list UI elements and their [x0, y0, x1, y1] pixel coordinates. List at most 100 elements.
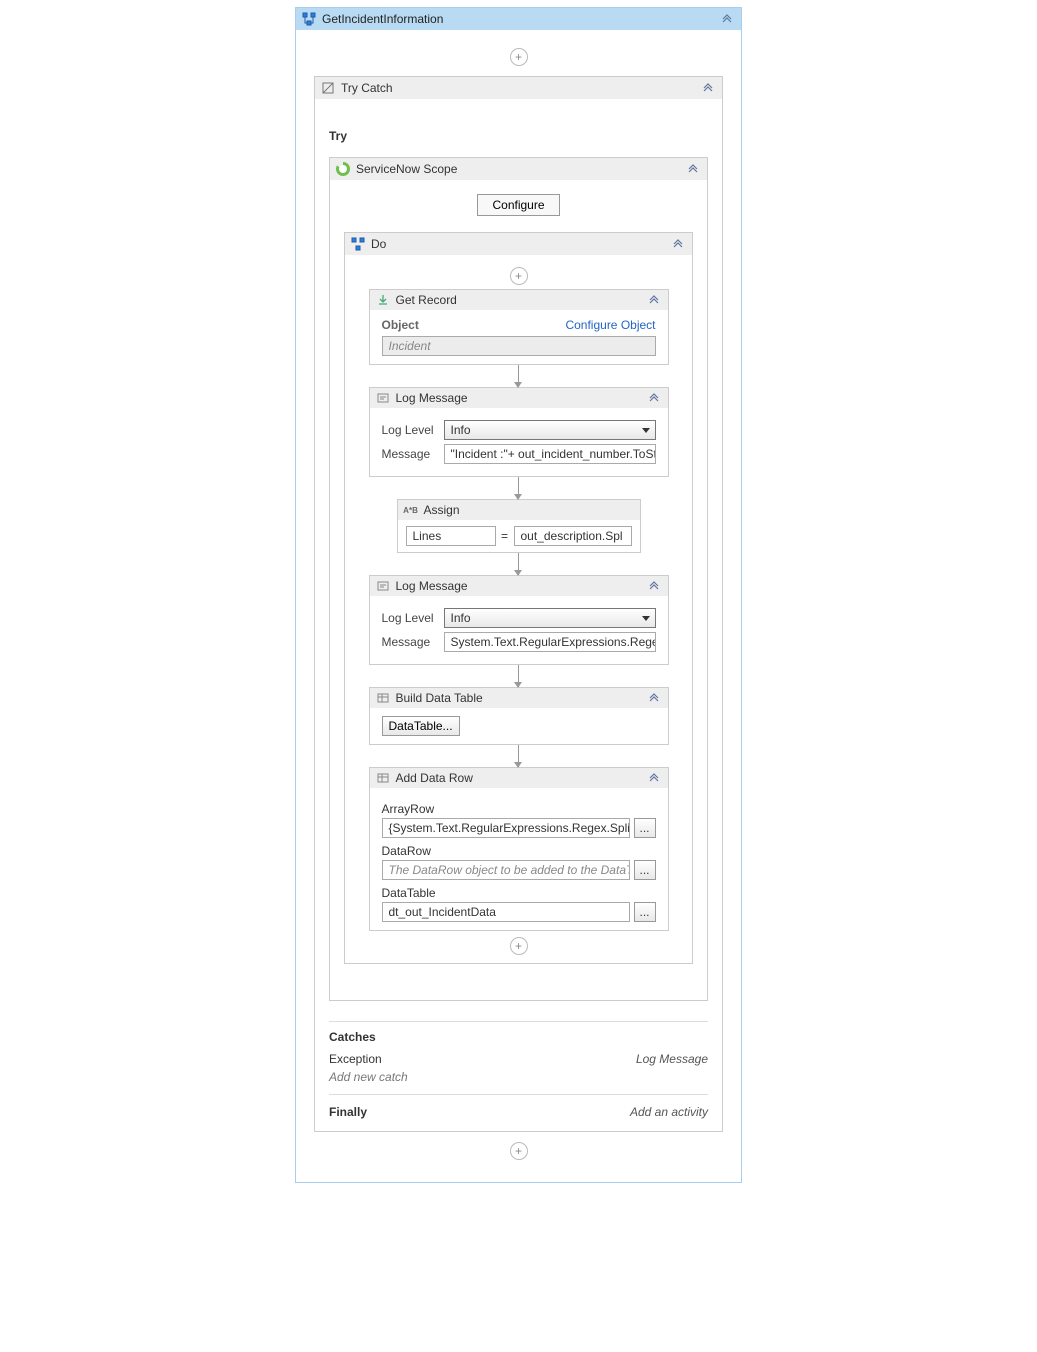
- collapse-trycatch-icon[interactable]: [700, 80, 716, 96]
- root-body: + Try Catch Try ServiceNow Scope: [296, 30, 741, 1182]
- scope-title: ServiceNow Scope: [356, 162, 679, 176]
- add-activity-top[interactable]: +: [510, 48, 528, 66]
- log2-message-label: Message: [382, 635, 436, 649]
- catches-label: Catches: [329, 1030, 708, 1044]
- do-sequence: Do +: [344, 232, 693, 964]
- do-header[interactable]: Do: [345, 233, 692, 255]
- log1-level-label: Log Level: [382, 423, 436, 437]
- arrayrow-label: ArrayRow: [382, 802, 656, 816]
- finally-add-activity[interactable]: Add an activity: [630, 1105, 708, 1119]
- workflow-root: GetIncidentInformation + Try Catch Try: [295, 7, 742, 1183]
- do-body: + Get Record: [345, 255, 692, 963]
- add-datarow-header[interactable]: Add Data Row: [370, 768, 668, 788]
- datarow-label: DataRow: [382, 844, 656, 858]
- catch-type: Exception: [329, 1052, 382, 1066]
- add-activity-bottom[interactable]: +: [510, 1142, 528, 1160]
- finally-row: Finally Add an activity: [329, 1103, 708, 1121]
- log-icon: [376, 391, 390, 405]
- scope-body: Configure Do: [330, 180, 707, 1000]
- sequence-icon: [351, 237, 365, 251]
- try-catch-header[interactable]: Try Catch: [315, 77, 722, 99]
- arrayrow-input[interactable]: {System.Text.RegularExpressions.Regex.Sp…: [382, 818, 630, 838]
- divider: [329, 1094, 708, 1095]
- root-header[interactable]: GetIncidentInformation: [296, 8, 741, 30]
- log-message-2-header[interactable]: Log Message: [370, 576, 668, 596]
- object-value: Incident: [382, 336, 656, 356]
- servicenow-icon: [336, 162, 350, 176]
- flowchart-icon: [302, 12, 316, 26]
- log-message-1-header[interactable]: Log Message: [370, 388, 668, 408]
- connector-arrow-icon: [518, 665, 520, 687]
- connector-arrow-icon: [518, 745, 520, 767]
- try-catch-activity: Try Catch Try ServiceNow Scope: [314, 76, 723, 1132]
- build-datatable-activity: Build Data Table DataTable...: [369, 687, 669, 745]
- assign-title: Assign: [424, 503, 634, 517]
- log1-level-select[interactable]: Info: [444, 420, 656, 440]
- log1-message-input[interactable]: "Incident :"+ out_incident_number.ToStri…: [444, 444, 656, 464]
- add-activity-do-bottom[interactable]: +: [510, 937, 528, 955]
- scope-header[interactable]: ServiceNow Scope: [330, 158, 707, 180]
- datatable-label: DataTable: [382, 886, 656, 900]
- assign-activity: A*B Assign Lines = out_description.Spl: [397, 499, 641, 553]
- log-message-2-activity: Log Message Log Level Info: [369, 575, 669, 665]
- log-icon: [376, 579, 390, 593]
- log2-level-label: Log Level: [382, 611, 436, 625]
- collapse-bdt-icon[interactable]: [646, 690, 662, 706]
- log-message-2-body: Log Level Info Message System.Text.Regul…: [370, 596, 668, 664]
- configure-object-link[interactable]: Configure Object: [565, 318, 655, 332]
- arrayrow-browse-button[interactable]: ...: [634, 818, 656, 838]
- add-activity-do-top[interactable]: +: [510, 267, 528, 285]
- download-icon: [376, 293, 390, 307]
- add-datarow-activity: Add Data Row ArrayRow {System.Text: [369, 767, 669, 931]
- catch-row[interactable]: Exception Log Message: [329, 1050, 708, 1068]
- log-message-1-title: Log Message: [396, 391, 640, 405]
- equals-icon: =: [500, 529, 510, 543]
- divider: [329, 1021, 708, 1022]
- log-message-1-activity: Log Message Log Level Info: [369, 387, 669, 477]
- datarow-browse-button[interactable]: ...: [634, 860, 656, 880]
- datarow-input[interactable]: The DataRow object to be added to the Da…: [382, 860, 630, 880]
- do-title: Do: [371, 237, 664, 251]
- collapse-adr-icon[interactable]: [646, 770, 662, 786]
- assign-icon: A*B: [404, 503, 418, 517]
- datatable-browse-button[interactable]: ...: [634, 902, 656, 922]
- log-message-2-title: Log Message: [396, 579, 640, 593]
- log1-message-label: Message: [382, 447, 436, 461]
- finally-label: Finally: [329, 1105, 367, 1119]
- assign-to-input[interactable]: Lines: [406, 526, 496, 546]
- get-record-title: Get Record: [396, 293, 640, 307]
- get-record-activity: Get Record Object Configure Obje: [369, 289, 669, 365]
- add-datarow-title: Add Data Row: [396, 771, 640, 785]
- add-datarow-body: ArrayRow {System.Text.RegularExpressions…: [370, 788, 668, 930]
- collapse-do-icon[interactable]: [670, 236, 686, 252]
- build-datatable-header[interactable]: Build Data Table: [370, 688, 668, 708]
- assign-value-input[interactable]: out_description.Spl: [514, 526, 632, 546]
- try-catch-title: Try Catch: [341, 81, 694, 95]
- connector-arrow-icon: [518, 365, 520, 387]
- catch-handler: Log Message: [636, 1052, 708, 1066]
- build-datatable-title: Build Data Table: [396, 691, 640, 705]
- add-new-catch[interactable]: Add new catch: [329, 1068, 708, 1086]
- object-label: Object: [382, 318, 419, 332]
- root-title: GetIncidentInformation: [322, 12, 713, 26]
- log2-message-input[interactable]: System.Text.RegularExpressions.Regex.Spl…: [444, 632, 656, 652]
- log-message-1-body: Log Level Info Message "Incident :"+ out…: [370, 408, 668, 476]
- connector-arrow-icon: [518, 553, 520, 575]
- try-catch-body: Try ServiceNow Scope Configure: [315, 99, 722, 1131]
- configure-button[interactable]: Configure: [477, 194, 559, 216]
- connector-arrow-icon: [518, 477, 520, 499]
- try-section-label: Try: [329, 129, 708, 143]
- datatable-icon: [376, 691, 390, 705]
- datatable-input[interactable]: dt_out_IncidentData: [382, 902, 630, 922]
- collapse-log2-icon[interactable]: [646, 578, 662, 594]
- assign-header[interactable]: A*B Assign: [398, 500, 640, 520]
- datatable-button[interactable]: DataTable...: [382, 716, 460, 736]
- collapse-root-icon[interactable]: [719, 11, 735, 27]
- collapse-scope-icon[interactable]: [685, 161, 701, 177]
- servicenow-scope: ServiceNow Scope Configure: [329, 157, 708, 1001]
- log2-level-select[interactable]: Info: [444, 608, 656, 628]
- collapse-getrecord-icon[interactable]: [646, 292, 662, 308]
- build-datatable-body: DataTable...: [370, 708, 668, 744]
- collapse-log1-icon[interactable]: [646, 390, 662, 406]
- get-record-header[interactable]: Get Record: [370, 290, 668, 310]
